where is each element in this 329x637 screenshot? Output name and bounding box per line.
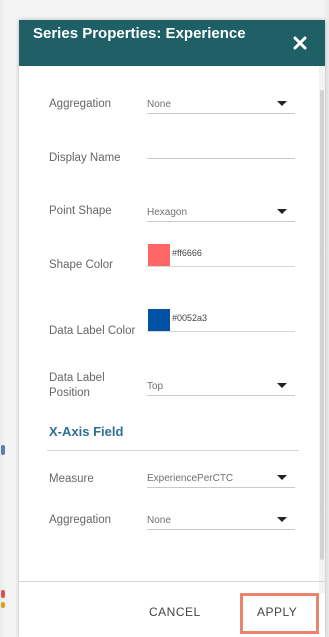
data-label-color-underline <box>147 331 295 332</box>
section-divider <box>47 450 299 451</box>
display-name-input[interactable] <box>147 137 295 159</box>
chevron-down-icon <box>277 101 287 106</box>
background-chart-mark <box>1 590 5 598</box>
chevron-down-icon <box>277 475 287 480</box>
chevron-down-icon <box>277 209 287 214</box>
shape-color-underline <box>147 266 295 267</box>
aggregation-value: None <box>147 99 171 110</box>
aggregation-label: Aggregation <box>49 98 112 110</box>
data-label-color-hex: #0052a3 <box>172 313 208 323</box>
data-label-position-value: Top <box>147 381 164 392</box>
footer-divider <box>19 581 325 582</box>
measure-select[interactable]: ExperiencePerCTC <box>147 466 295 488</box>
apply-button[interactable]: APPLY <box>257 605 297 619</box>
display-name-label: Display Name <box>49 152 121 164</box>
shape-color-swatch[interactable] <box>148 244 170 266</box>
x-axis-aggregation-label: Aggregation <box>49 514 112 526</box>
x-axis-aggregation-value: None <box>147 515 171 526</box>
measure-value: ExperiencePerCTC <box>147 473 234 484</box>
background-chart-mark <box>1 602 5 608</box>
panel-title: Series Properties: Experience <box>33 25 246 42</box>
shape-color-label: Shape Color <box>49 259 113 271</box>
data-label-position-select[interactable]: Top <box>147 374 295 396</box>
background-chart-mark <box>1 445 5 455</box>
data-label-color-swatch[interactable] <box>148 309 170 331</box>
data-label-color-label: Data Label Color <box>49 325 136 337</box>
chevron-down-icon <box>277 517 287 522</box>
shape-color-hex: #ff6666 <box>172 248 202 258</box>
x-axis-field-section-title: X-Axis Field <box>49 424 124 439</box>
point-shape-value: Hexagon <box>147 207 188 218</box>
scrollbar-thumb[interactable] <box>320 90 324 560</box>
point-shape-select[interactable]: Hexagon <box>147 200 295 222</box>
aggregation-select[interactable]: None <box>147 92 295 114</box>
data-label-position-label-line1: Data Label <box>49 372 105 384</box>
series-properties-panel: Series Properties: Experience Aggregatio… <box>19 20 325 637</box>
cancel-button[interactable]: CANCEL <box>149 605 201 619</box>
point-shape-label: Point Shape <box>49 205 112 217</box>
data-label-position-label-line2: Position <box>49 387 90 399</box>
panel-header: Series Properties: Experience <box>19 20 325 66</box>
scrollbar[interactable] <box>319 66 325 594</box>
chevron-down-icon <box>277 383 287 388</box>
x-axis-aggregation-select[interactable]: None <box>147 508 295 530</box>
close-icon[interactable] <box>289 32 311 54</box>
measure-label: Measure <box>49 473 94 485</box>
